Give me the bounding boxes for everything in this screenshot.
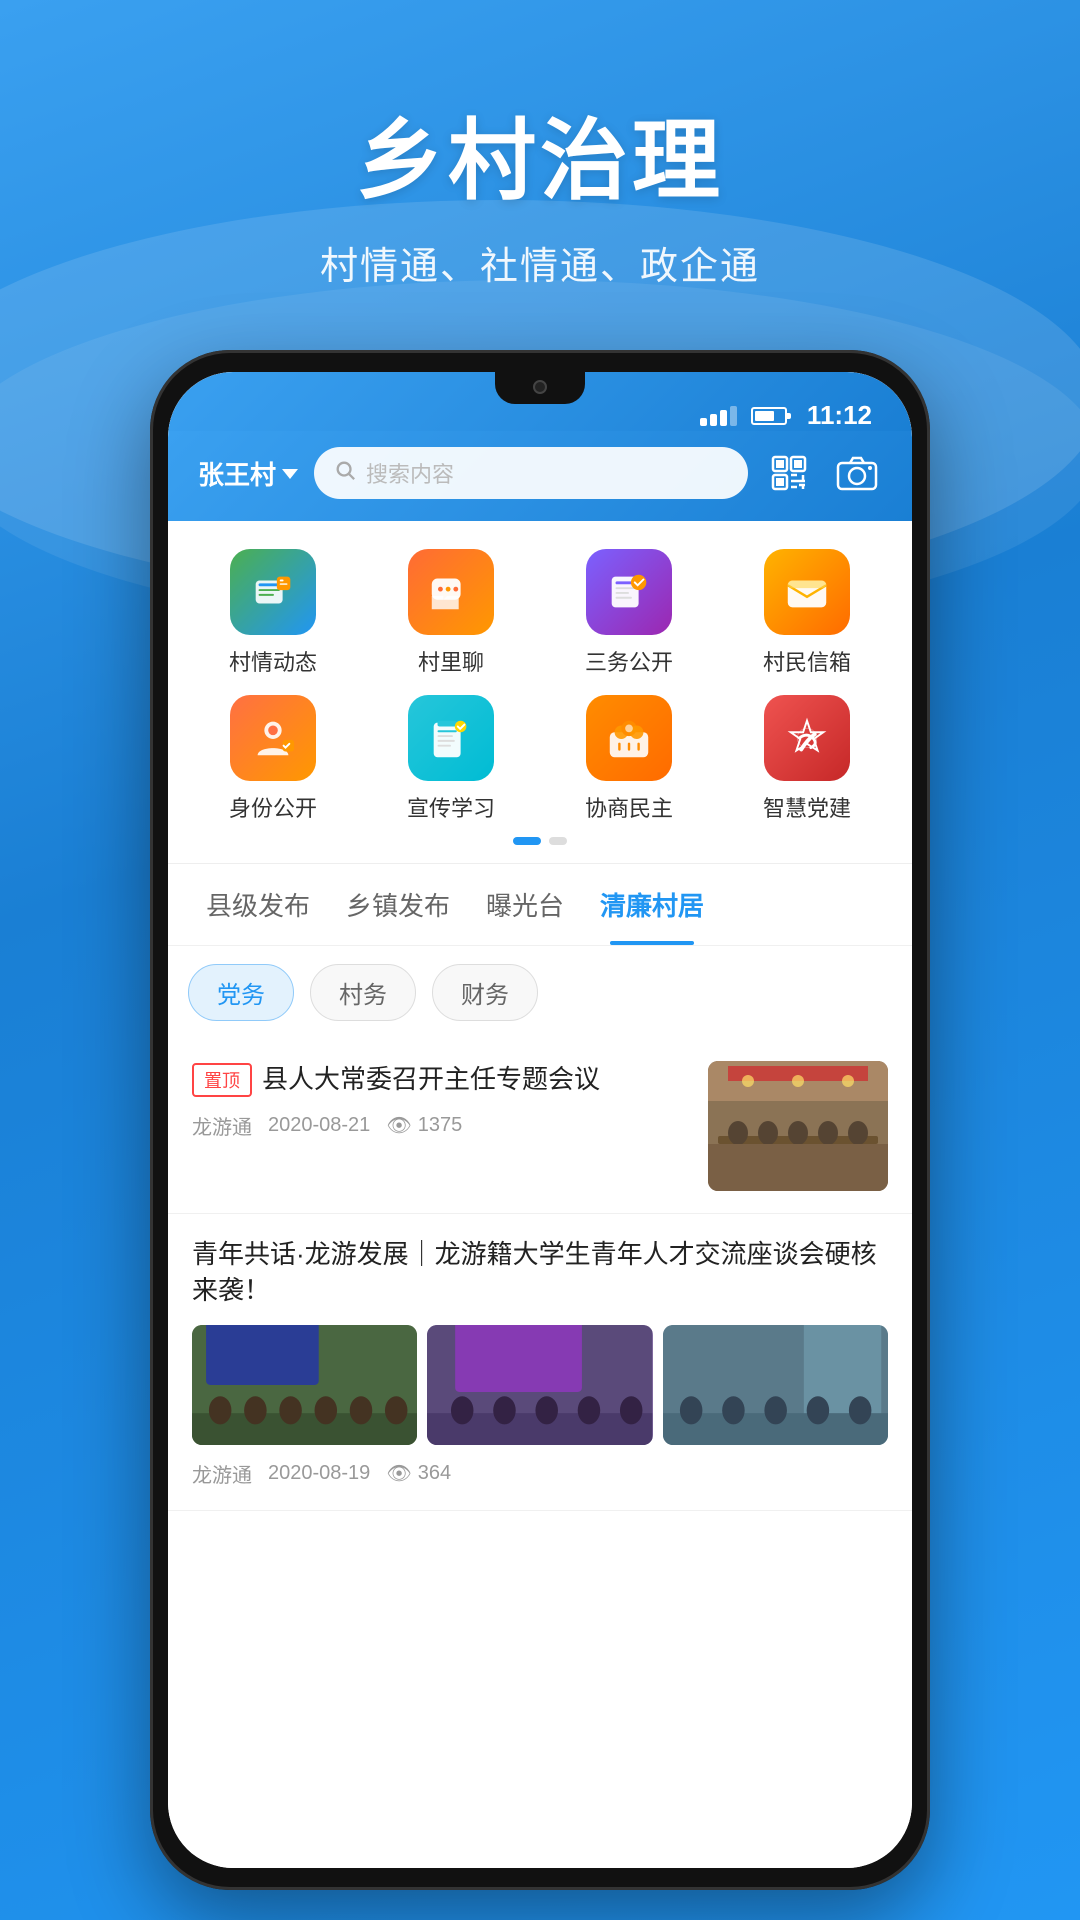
menu-grid: 村情动态 [188, 549, 892, 823]
screen-content: 11:12 张王村 [168, 372, 912, 1868]
pagination-dots [188, 823, 892, 853]
news-title: 县人大常委召开主任专题会议 [262, 1061, 600, 1097]
dot-1[interactable] [513, 837, 541, 845]
app-title: 乡村治理 [0, 90, 1080, 217]
study-icon [408, 695, 494, 781]
menu-label-party: 智慧党建 [763, 791, 851, 823]
news-source: 龙游通 [192, 1111, 252, 1140]
news-title-row: 置顶 县人大常委召开主任专题会议 [192, 1061, 692, 1097]
news-content: 置顶 县人大常委召开主任专题会议 龙游通 2020-08-21 👁 1375 [192, 1061, 692, 1140]
news-date: 2020-08-21 [268, 1114, 370, 1137]
phone-frame: 11:12 张王村 [150, 350, 930, 1890]
menu-item-party[interactable]: 智慧党建 [722, 695, 892, 823]
public-icon [586, 549, 672, 635]
eye-icon-2: 👁 [386, 1461, 411, 1486]
menu-label-democracy: 协商民主 [585, 791, 673, 823]
menu-label-mailbox: 村民信箱 [763, 645, 851, 677]
menu-label-chat: 村里聊 [418, 645, 484, 677]
menu-item-study[interactable]: 宣传学习 [366, 695, 536, 823]
phone-screen: 11:12 张王村 [168, 372, 912, 1868]
village-news-icon [230, 549, 316, 635]
menu-label-identity: 身份公开 [229, 791, 317, 823]
news-image-2 [427, 1325, 652, 1445]
menu-item-public[interactable]: 三务公开 [544, 549, 714, 677]
sub-tab-village[interactable]: 村务 [310, 964, 416, 1021]
news-image-3 [663, 1325, 888, 1445]
mailbox-icon [764, 549, 850, 635]
nav-bar: 张王村 搜索内容 [168, 431, 912, 521]
signal-icon [700, 406, 737, 426]
news-view-count-2: 364 [418, 1462, 451, 1485]
search-box[interactable]: 搜索内容 [314, 447, 748, 499]
news-meta-2: 龙游通 2020-08-19 👁 364 [192, 1459, 888, 1488]
news-images-row [192, 1325, 888, 1445]
news-meta: 龙游通 2020-08-21 👁 1375 [192, 1111, 692, 1140]
header-section: 乡村治理 村情通、社情通、政企通 [0, 0, 1080, 290]
sub-tab-party[interactable]: 党务 [188, 964, 294, 1021]
camera-dot [533, 380, 547, 394]
news-item[interactable]: 置顶 县人大常委召开主任专题会议 龙游通 2020-08-21 👁 1375 [168, 1039, 912, 1214]
news-list: 置顶 县人大常委召开主任专题会议 龙游通 2020-08-21 👁 1375 [168, 1039, 912, 1868]
menu-label-study: 宣传学习 [407, 791, 495, 823]
dot-2[interactable] [549, 837, 567, 845]
news-item-2[interactable]: 青年共话·龙游发展｜龙游籍大学生青年人才交流座谈会硬核来袭！ [168, 1214, 912, 1511]
menu-item-mailbox[interactable]: 村民信箱 [722, 549, 892, 677]
status-icons: 11:12 [700, 400, 872, 431]
news-date-2: 2020-08-19 [268, 1462, 370, 1485]
news-image-1 [192, 1325, 417, 1445]
news-thumbnail [708, 1061, 888, 1191]
menu-item-village-news[interactable]: 村情动态 [188, 549, 358, 677]
identity-icon [230, 695, 316, 781]
menu-item-chat[interactable]: 村里聊 [366, 549, 536, 677]
menu-section: 村情动态 [168, 521, 912, 863]
dropdown-arrow-icon [282, 469, 298, 479]
tab-clean[interactable]: 清廉村居 [582, 864, 722, 945]
search-icon [334, 459, 356, 487]
sub-tab-finance[interactable]: 财务 [432, 964, 538, 1021]
menu-item-democracy[interactable]: 协商民主 [544, 695, 714, 823]
battery-icon [751, 407, 787, 425]
menu-label-public: 三务公开 [585, 645, 673, 677]
qr-scan-button[interactable] [764, 448, 814, 498]
pinned-badge: 置顶 [192, 1063, 252, 1097]
eye-icon: 👁 [386, 1113, 411, 1138]
camera-button[interactable] [832, 448, 882, 498]
democracy-icon [586, 695, 672, 781]
news-title-2: 青年共话·龙游发展｜龙游籍大学生青年人才交流座谈会硬核来袭！ [192, 1236, 888, 1309]
news-view-count: 1375 [418, 1114, 463, 1137]
tab-county[interactable]: 县级发布 [188, 864, 328, 945]
phone-mockup: 11:12 张王村 [150, 350, 930, 1890]
app-subtitle: 村情通、社情通、政企通 [0, 235, 1080, 290]
village-selector[interactable]: 张王村 [198, 455, 298, 492]
news-views: 👁 1375 [386, 1113, 462, 1138]
tabs-section: 县级发布 乡镇发布 曝光台 清廉村居 党务 村务 财务 [168, 863, 912, 1039]
party-icon [764, 695, 850, 781]
news-source-2: 龙游通 [192, 1459, 252, 1488]
menu-label-village-news: 村情动态 [229, 645, 317, 677]
village-name: 张王村 [198, 455, 276, 492]
tab-town[interactable]: 乡镇发布 [328, 864, 468, 945]
main-tabs: 县级发布 乡镇发布 曝光台 清廉村居 [168, 864, 912, 946]
nav-icons [764, 448, 882, 498]
phone-notch [495, 372, 585, 404]
sub-tabs: 党务 村务 财务 [168, 946, 912, 1039]
search-placeholder: 搜索内容 [366, 457, 454, 489]
tab-expose[interactable]: 曝光台 [468, 864, 582, 945]
news-views-2: 👁 364 [386, 1461, 451, 1486]
status-time: 11:12 [807, 400, 872, 431]
menu-item-identity[interactable]: 身份公开 [188, 695, 358, 823]
chat-icon [408, 549, 494, 635]
